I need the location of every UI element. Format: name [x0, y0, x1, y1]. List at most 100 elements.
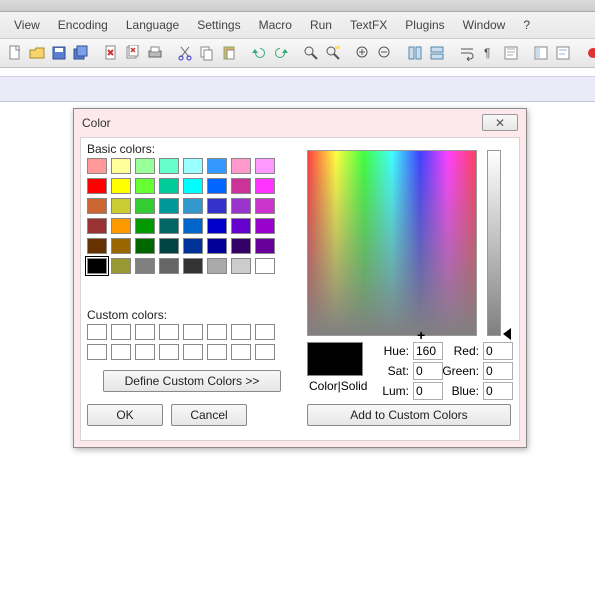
custom-swatch[interactable]: [111, 344, 131, 360]
basic-swatch[interactable]: [183, 238, 203, 254]
basic-swatch[interactable]: [87, 198, 107, 214]
custom-swatch[interactable]: [135, 324, 155, 340]
basic-swatch[interactable]: [135, 158, 155, 174]
sync-h-icon[interactable]: [428, 43, 446, 63]
add-custom-button[interactable]: Add to Custom Colors: [307, 404, 511, 426]
custom-swatch[interactable]: [111, 324, 131, 340]
basic-swatch[interactable]: [159, 258, 179, 274]
custom-swatch[interactable]: [87, 344, 107, 360]
doc-map-icon[interactable]: [532, 43, 550, 63]
basic-swatch[interactable]: [183, 158, 203, 174]
green-input[interactable]: [483, 362, 513, 380]
basic-swatch[interactable]: [111, 178, 131, 194]
custom-swatch[interactable]: [207, 344, 227, 360]
basic-swatch[interactable]: [231, 258, 251, 274]
blue-input[interactable]: [483, 382, 513, 400]
basic-swatch[interactable]: [183, 258, 203, 274]
define-custom-button[interactable]: Define Custom Colors >>: [103, 370, 281, 392]
basic-swatch[interactable]: [255, 258, 275, 274]
basic-swatch[interactable]: [159, 178, 179, 194]
custom-swatch[interactable]: [159, 344, 179, 360]
basic-swatch[interactable]: [111, 158, 131, 174]
basic-swatch[interactable]: [255, 198, 275, 214]
basic-swatch[interactable]: [159, 158, 179, 174]
ok-button[interactable]: OK: [87, 404, 163, 426]
basic-swatch[interactable]: [135, 258, 155, 274]
basic-swatch[interactable]: [207, 238, 227, 254]
zoom-out-icon[interactable]: [376, 43, 394, 63]
custom-swatch[interactable]: [159, 324, 179, 340]
basic-swatch[interactable]: [231, 178, 251, 194]
wrap-icon[interactable]: [458, 43, 476, 63]
menu-macro[interactable]: Macro: [251, 16, 300, 34]
redo-icon[interactable]: [272, 43, 290, 63]
menu-help[interactable]: ?: [515, 16, 538, 34]
basic-swatch[interactable]: [183, 218, 203, 234]
print-icon[interactable]: [146, 43, 164, 63]
basic-swatch[interactable]: [87, 218, 107, 234]
menu-settings[interactable]: Settings: [189, 16, 248, 34]
menu-language[interactable]: Language: [118, 16, 187, 34]
menu-encoding[interactable]: Encoding: [50, 16, 116, 34]
basic-swatch[interactable]: [255, 218, 275, 234]
find-icon[interactable]: [302, 43, 320, 63]
basic-swatch[interactable]: [207, 198, 227, 214]
replace-icon[interactable]: [324, 43, 342, 63]
custom-swatch[interactable]: [231, 344, 251, 360]
close-icon[interactable]: [102, 43, 120, 63]
menu-run[interactable]: Run: [302, 16, 340, 34]
basic-swatch[interactable]: [231, 158, 251, 174]
basic-swatch[interactable]: [135, 198, 155, 214]
basic-swatch[interactable]: [111, 238, 131, 254]
custom-swatch[interactable]: [231, 324, 251, 340]
copy-icon[interactable]: [198, 43, 216, 63]
basic-swatch[interactable]: [207, 158, 227, 174]
cut-icon[interactable]: [176, 43, 194, 63]
basic-swatch[interactable]: [135, 178, 155, 194]
basic-swatch[interactable]: [159, 198, 179, 214]
undo-icon[interactable]: [250, 43, 268, 63]
sync-v-icon[interactable]: [406, 43, 424, 63]
custom-swatch[interactable]: [207, 324, 227, 340]
basic-swatch[interactable]: [111, 258, 131, 274]
paste-icon[interactable]: [220, 43, 238, 63]
cancel-button[interactable]: Cancel: [171, 404, 247, 426]
menu-plugins[interactable]: Plugins: [397, 16, 452, 34]
basic-swatch[interactable]: [87, 158, 107, 174]
basic-swatch[interactable]: [111, 218, 131, 234]
basic-swatch[interactable]: [255, 178, 275, 194]
basic-swatch[interactable]: [255, 238, 275, 254]
menu-window[interactable]: Window: [455, 16, 514, 34]
open-file-icon[interactable]: [28, 43, 46, 63]
basic-swatch[interactable]: [87, 238, 107, 254]
new-file-icon[interactable]: [6, 43, 24, 63]
basic-swatch[interactable]: [135, 218, 155, 234]
red-input[interactable]: [483, 342, 513, 360]
save-icon[interactable]: [50, 43, 68, 63]
zoom-in-icon[interactable]: [354, 43, 372, 63]
custom-swatch[interactable]: [87, 324, 107, 340]
basic-swatch[interactable]: [87, 258, 107, 274]
menu-view[interactable]: View: [6, 16, 48, 34]
basic-swatch[interactable]: [159, 238, 179, 254]
close-all-icon[interactable]: [124, 43, 142, 63]
basic-swatch[interactable]: [159, 218, 179, 234]
basic-swatch[interactable]: [87, 178, 107, 194]
basic-swatch[interactable]: [111, 198, 131, 214]
basic-swatch[interactable]: [231, 198, 251, 214]
basic-swatch[interactable]: [207, 258, 227, 274]
basic-swatch[interactable]: [135, 238, 155, 254]
basic-swatch[interactable]: [231, 218, 251, 234]
custom-swatch[interactable]: [255, 324, 275, 340]
custom-swatch[interactable]: [183, 324, 203, 340]
luminance-slider[interactable]: [487, 150, 501, 336]
save-all-icon[interactable]: [72, 43, 90, 63]
basic-swatch[interactable]: [207, 218, 227, 234]
indent-guide-icon[interactable]: [502, 43, 520, 63]
basic-swatch[interactable]: [183, 178, 203, 194]
record-icon[interactable]: [584, 43, 595, 63]
color-spectrum[interactable]: [307, 150, 477, 336]
custom-swatch[interactable]: [135, 344, 155, 360]
dialog-close-button[interactable]: ✕: [482, 114, 518, 131]
menu-textfx[interactable]: TextFX: [342, 16, 395, 34]
